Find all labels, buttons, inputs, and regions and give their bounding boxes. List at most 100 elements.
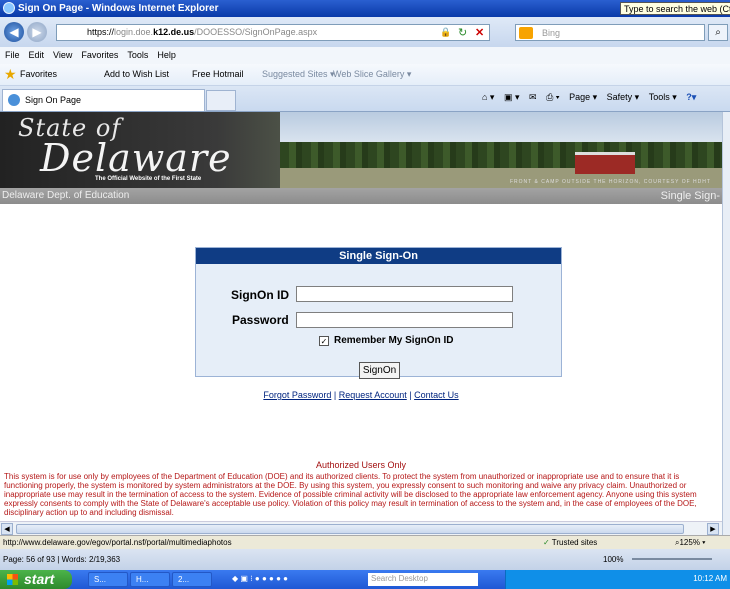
remember-label[interactable]: Remember My SignOn ID: [334, 335, 453, 346]
forgot-password-link[interactable]: Forgot Password: [263, 390, 331, 400]
taskbar-button-ie[interactable]: S...: [88, 572, 128, 587]
lock-icon[interactable]: 🔒: [440, 27, 451, 38]
zoom-value: 125%: [679, 538, 700, 547]
desktop-search-input[interactable]: Search Desktop: [368, 573, 478, 586]
url-domain-dim: login.doe.: [114, 27, 154, 37]
page-menu[interactable]: Page ▾: [569, 92, 597, 102]
menu-favorites[interactable]: Favorites: [76, 47, 122, 60]
check-icon: ✓: [543, 538, 550, 547]
menu-file[interactable]: File: [0, 47, 24, 60]
ie-icon: [3, 2, 15, 14]
menu-edit[interactable]: Edit: [24, 47, 49, 60]
dept-name: Delaware Dept. of Education: [2, 190, 130, 201]
menu-view[interactable]: View: [48, 47, 76, 60]
taskbar-button-word[interactable]: H...: [130, 572, 170, 587]
ie-tab-icon: [8, 94, 20, 106]
search-icon[interactable]: ⌕: [708, 24, 728, 41]
status-url: http://www.delaware.gov/egov/portal.nsf/…: [3, 538, 232, 547]
fav-free-hotmail[interactable]: Free Hotmail: [192, 69, 244, 79]
horizontal-scrollbar[interactable]: ◀ ▶: [0, 521, 722, 535]
word-zoom-slider[interactable]: [632, 558, 712, 560]
authorized-users-notice: Authorized Users Only: [315, 460, 407, 470]
feeds-icon[interactable]: ▣ ▾: [504, 92, 520, 102]
contact-us-link[interactable]: Contact Us: [414, 390, 459, 400]
print-icon[interactable]: ⎙ ▾: [546, 92, 559, 102]
banner-photo-credit: FRONT & CAMP OUTSIDE THE HORIZON, COURTE…: [510, 179, 711, 185]
tab-row: Sign On Page ⌂ ▾ ▣ ▾ ✉ ⎙ ▾ Page ▾ Safety…: [0, 86, 730, 112]
help-icon[interactable]: ?▾: [686, 92, 696, 102]
back-icon[interactable]: ◀: [4, 22, 24, 42]
tab-sign-on-page[interactable]: Sign On Page: [2, 89, 205, 111]
search-input[interactable]: Bing: [515, 24, 705, 41]
web-search-hint[interactable]: Type to search the web (Ctrl+: [620, 2, 730, 15]
refresh-icon[interactable]: ↻: [458, 26, 467, 39]
system-tray: 10:12 AM: [505, 570, 730, 589]
login-panel: Single Sign-On SignOn ID Password ✓ Reme…: [195, 247, 562, 379]
word-word-count: Words: 2/19,363: [61, 555, 121, 564]
start-button[interactable]: start: [0, 570, 72, 589]
account-links: Forgot Password | Request Account | Cont…: [263, 390, 459, 400]
stop-icon[interactable]: ✕: [475, 26, 484, 39]
forward-icon[interactable]: ▶: [27, 22, 47, 42]
signon-id-label: SignOn ID: [231, 288, 289, 302]
tools-menu[interactable]: Tools ▾: [649, 92, 677, 102]
password-input[interactable]: [296, 312, 513, 328]
zoom-level[interactable]: ⌕125% ▾: [675, 538, 706, 548]
department-bar: Delaware Dept. of Education Single Sign-: [0, 188, 722, 204]
menu-tools[interactable]: Tools: [122, 47, 152, 60]
taskbar-button-group[interactable]: 2...: [172, 572, 212, 587]
quick-launch-icons[interactable]: ◆ ▣ ⁝ ● ● ● ● ●: [232, 574, 288, 583]
fav-add-wish-list[interactable]: Add to Wish List: [104, 69, 169, 79]
start-label: start: [24, 571, 55, 587]
single-sign-on-title: Single Sign-: [660, 190, 720, 202]
login-header: Single Sign-On: [196, 248, 561, 264]
scroll-right-icon[interactable]: ▶: [707, 523, 719, 535]
clock: 10:12 AM: [693, 574, 727, 583]
word-zoom-value: 100%: [603, 555, 624, 564]
favorites-button[interactable]: Favorites: [20, 69, 57, 79]
signon-button[interactable]: SignOn: [359, 362, 400, 379]
windows-logo-icon: [7, 574, 18, 585]
remember-checkbox[interactable]: ✓: [319, 336, 329, 346]
url-scheme: https://: [87, 27, 115, 37]
taskbar: start S... H... 2... ◆ ▣ ⁝ ● ● ● ● ● Sea…: [0, 570, 730, 589]
word-page-count: Page: 56 of 93: [3, 555, 56, 564]
security-zone[interactable]: ✓ Trusted sites: [543, 538, 597, 547]
star-icon: ★: [4, 66, 17, 82]
banner-delaware[interactable]: Delaware: [40, 136, 232, 180]
safety-menu[interactable]: Safety ▾: [607, 92, 640, 102]
scroll-thumb[interactable]: [16, 524, 684, 534]
banner-trees: [280, 142, 722, 170]
home-icon[interactable]: ⌂ ▾: [482, 92, 494, 102]
menu-bar: File Edit View Favorites Tools Help: [0, 47, 730, 64]
url-path: /DOOESSO/SignOnPage.aspx: [194, 27, 318, 37]
disclaimer-text: This system is for use only by employees…: [4, 472, 697, 517]
address-row: ◀ ▶ https://login.doe.k12.de.us/DOOESSO/…: [0, 17, 730, 47]
command-bar: ⌂ ▾ ▣ ▾ ✉ ⎙ ▾ Page ▾ Safety ▾ Tools ▾ ?▾: [475, 92, 696, 103]
zone-label: Trusted sites: [551, 538, 598, 547]
mail-icon[interactable]: ✉: [529, 92, 537, 102]
search-placeholder: Bing: [542, 28, 561, 38]
window-title-bar: Sign On Page - Windows Internet Explorer…: [0, 0, 730, 17]
signon-id-input[interactable]: [296, 286, 513, 302]
banner-barn: [575, 152, 635, 174]
scroll-left-icon[interactable]: ◀: [1, 523, 13, 535]
bing-icon: [519, 27, 533, 39]
vertical-scrollbar[interactable]: [722, 112, 730, 535]
tab-title: Sign On Page: [25, 95, 82, 105]
request-account-link[interactable]: Request Account: [339, 390, 407, 400]
favorites-bar: ★ Favorites Add to Wish List Free Hotmai…: [0, 64, 730, 86]
new-tab-button[interactable]: [206, 90, 236, 111]
fav-web-slice-gallery[interactable]: Web Slice Gallery ▾: [333, 69, 411, 80]
url-domain: k12.de.us: [153, 27, 195, 37]
word-page-words: Page: 56 of 93 | Words: 2/19,363: [3, 555, 121, 564]
window-title: Sign On Page - Windows Internet Explorer: [18, 3, 219, 14]
address-bar[interactable]: https://login.doe.k12.de.us/DOOESSO/Sign…: [56, 24, 490, 41]
fav-suggested-sites[interactable]: Suggested Sites ▾: [262, 69, 335, 80]
menu-help[interactable]: Help: [152, 47, 180, 60]
status-bar: http://www.delaware.gov/egov/portal.nsf/…: [0, 535, 730, 549]
banner-field: [280, 168, 722, 188]
word-status-bar: Page: 56 of 93 | Words: 2/19,363 100%: [0, 549, 730, 570]
delaware-banner: State of Delaware The Official Website o…: [0, 112, 722, 188]
password-label: Password: [232, 313, 289, 327]
